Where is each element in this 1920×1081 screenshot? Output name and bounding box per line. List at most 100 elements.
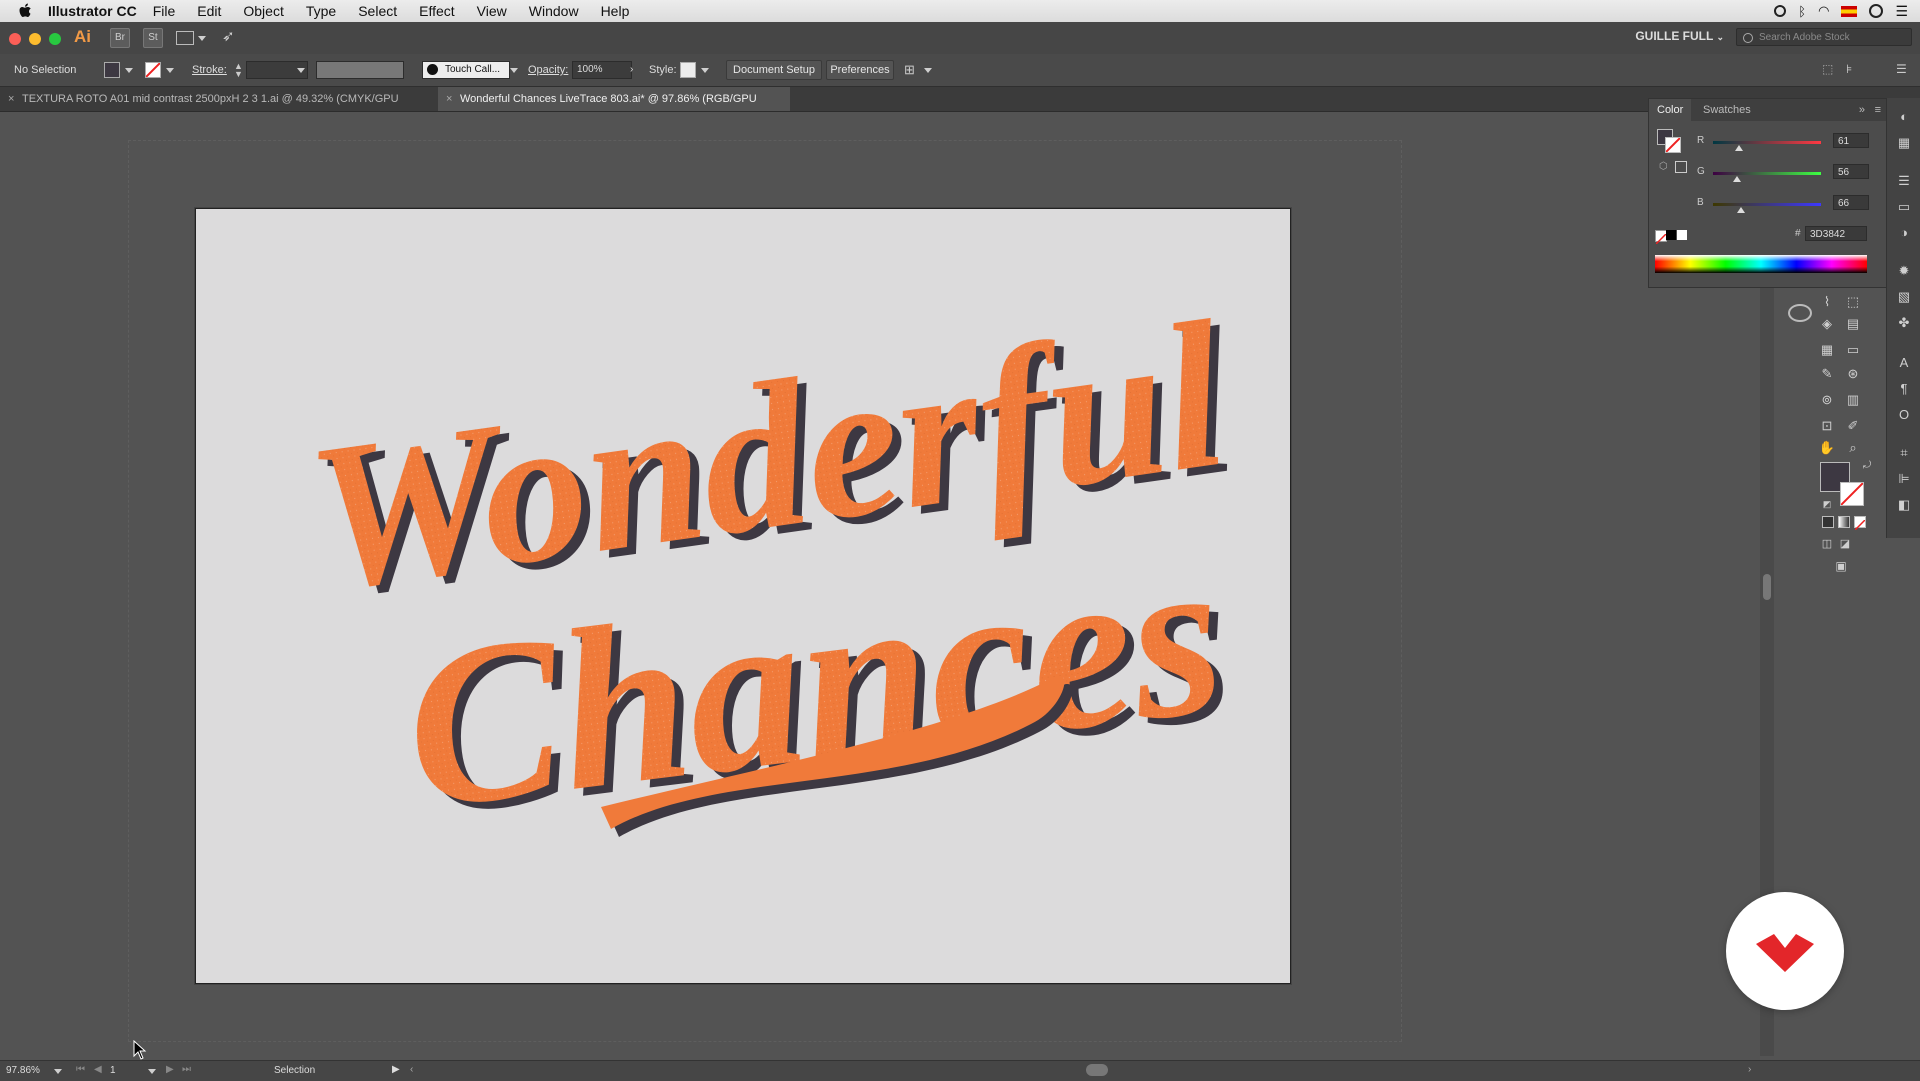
- screen-mode-icon[interactable]: ▣: [1830, 556, 1852, 576]
- web-safe-icon[interactable]: [1675, 161, 1687, 173]
- artboard-number[interactable]: 1: [110, 1065, 116, 1076]
- horizontal-scroll-thumb[interactable]: [1086, 1064, 1108, 1076]
- menu-view[interactable]: View: [477, 3, 507, 19]
- app-name-menu[interactable]: Illustrator CC: [48, 3, 137, 19]
- red-thumb[interactable]: [1734, 145, 1743, 151]
- red-track[interactable]: [1713, 141, 1821, 144]
- close-tab-icon[interactable]: ×: [446, 87, 452, 111]
- gradient-panel-icon[interactable]: ▭: [1895, 198, 1913, 216]
- panel-menu-icon[interactable]: ≡: [1875, 99, 1881, 121]
- bridge-button[interactable]: Br: [110, 28, 130, 48]
- slice-tool-icon[interactable]: ✐: [1842, 416, 1864, 436]
- transparency-panel-icon[interactable]: ◑: [1895, 224, 1913, 242]
- zoom-window-button[interactable]: [49, 33, 61, 45]
- scroll-right-icon[interactable]: ›: [1748, 1064, 1751, 1075]
- previous-artboard-icon[interactable]: ◀: [94, 1064, 102, 1075]
- gradient-mode-icon[interactable]: [1838, 516, 1850, 528]
- document-setup-button[interactable]: Document Setup: [726, 60, 822, 80]
- black-swatch[interactable]: [1666, 230, 1676, 240]
- chevron-down-icon[interactable]: [148, 1069, 156, 1074]
- appearance-panel-icon[interactable]: ✹: [1895, 262, 1913, 280]
- tab-swatches[interactable]: Swatches: [1695, 99, 1759, 121]
- stroke-swatch[interactable]: [145, 62, 161, 78]
- last-artboard-icon[interactable]: ⏭: [182, 1064, 191, 1075]
- green-value-field[interactable]: 56: [1833, 164, 1869, 179]
- blend-tool-icon[interactable]: ⊛: [1842, 364, 1864, 384]
- chevron-down-icon[interactable]: [510, 68, 518, 73]
- chevron-right-icon[interactable]: ›: [630, 62, 633, 78]
- lettering-artwork[interactable]: Wonderful Wonderful Wonderful Chances Ch…: [196, 209, 1290, 983]
- none-mode-icon[interactable]: [1854, 516, 1866, 531]
- eyedropper-tool-icon[interactable]: ✎: [1816, 364, 1838, 384]
- vertical-scroll-thumb[interactable]: [1763, 574, 1771, 600]
- next-artboard-icon[interactable]: ▶: [166, 1064, 174, 1075]
- minimize-window-button[interactable]: [29, 33, 41, 45]
- graphic-style-swatch[interactable]: [680, 62, 696, 78]
- menu-file[interactable]: File: [153, 3, 176, 19]
- perspective-grid-tool-icon[interactable]: ▤: [1842, 314, 1864, 334]
- control-menu-icon[interactable]: ☰: [1896, 62, 1907, 76]
- align-icon[interactable]: ⊧: [1846, 62, 1852, 76]
- swap-fill-stroke-icon[interactable]: ⤾: [1856, 456, 1878, 476]
- arrange-documents-icon[interactable]: [176, 31, 194, 45]
- document-tab-active[interactable]: × Wonderful Chances LiveTrace 803.ai* @ …: [438, 87, 790, 129]
- flag-icon[interactable]: [1841, 5, 1858, 17]
- preferences-button[interactable]: Preferences: [826, 60, 894, 80]
- shape-builder-tool-icon[interactable]: ◈: [1816, 314, 1838, 334]
- red-slider[interactable]: R 61: [1697, 133, 1883, 153]
- stroke-proxy[interactable]: [1665, 137, 1681, 153]
- menu-type[interactable]: Type: [306, 3, 336, 19]
- color-panel-icon[interactable]: ◐: [1895, 108, 1913, 126]
- red-value-field[interactable]: 61: [1833, 133, 1869, 148]
- first-artboard-icon[interactable]: ⏮: [76, 1064, 85, 1075]
- blue-thumb[interactable]: [1736, 207, 1745, 213]
- menu-help[interactable]: Help: [601, 3, 630, 19]
- hex-value-field[interactable]: 3D3842: [1805, 226, 1867, 241]
- green-thumb[interactable]: [1732, 176, 1741, 182]
- collapse-panel-icon[interactable]: »: [1859, 99, 1865, 121]
- mesh-tool-icon[interactable]: ▦: [1816, 340, 1838, 360]
- transform-panel-icon[interactable]: ⌗: [1895, 444, 1913, 462]
- free-transform-tool-icon[interactable]: ⬚: [1842, 292, 1864, 312]
- status-menu-icon[interactable]: ▶: [392, 1064, 400, 1075]
- variable-width-profile[interactable]: [316, 61, 404, 79]
- swatches-panel-icon[interactable]: ▦: [1895, 134, 1913, 152]
- menu-window[interactable]: Window: [529, 3, 579, 19]
- chevron-down-icon[interactable]: [125, 68, 133, 73]
- chevron-down-icon[interactable]: [701, 68, 709, 73]
- artboard[interactable]: Wonderful Wonderful Wonderful Chances Ch…: [195, 208, 1291, 984]
- notification-center-icon[interactable]: ☰: [1895, 3, 1908, 20]
- stroke-weight-stepper[interactable]: ▲ ▼: [234, 62, 243, 79]
- gpu-performance-icon[interactable]: ➶: [222, 27, 235, 45]
- zoom-level[interactable]: 97.86%: [6, 1065, 40, 1076]
- tab-color[interactable]: Color: [1649, 99, 1692, 121]
- workspace-switcher[interactable]: GUILLE FULL ⌄: [1635, 29, 1724, 43]
- spotlight-icon[interactable]: [1869, 4, 1884, 18]
- bluetooth-icon[interactable]: ᛒ: [1798, 4, 1806, 19]
- paragraph-panel-icon[interactable]: ¶: [1895, 380, 1913, 398]
- color-mode-icon[interactable]: [1822, 516, 1834, 528]
- brush-definition[interactable]: Touch Call...: [422, 61, 510, 79]
- apple-icon[interactable]: [18, 3, 34, 19]
- symbol-sprayer-tool-icon[interactable]: ⊚: [1816, 390, 1838, 410]
- close-tab-icon[interactable]: ×: [8, 87, 14, 111]
- chevron-down-icon[interactable]: [54, 1069, 62, 1074]
- stroke-color-box[interactable]: [1840, 482, 1864, 506]
- menu-edit[interactable]: Edit: [197, 3, 221, 19]
- record-icon[interactable]: [1774, 5, 1787, 17]
- chevron-down-icon[interactable]: [198, 36, 206, 41]
- chevron-down-icon[interactable]: [924, 68, 932, 73]
- green-slider[interactable]: G 56: [1697, 164, 1883, 184]
- arrange-icon[interactable]: ⊞: [904, 62, 915, 78]
- character-panel-icon[interactable]: A: [1895, 354, 1913, 372]
- fill-swatch[interactable]: [104, 62, 120, 78]
- blue-track[interactable]: [1713, 203, 1821, 206]
- stroke-panel-icon[interactable]: ☰: [1895, 172, 1913, 190]
- blue-value-field[interactable]: 66: [1833, 195, 1869, 210]
- opentype-panel-icon[interactable]: O: [1895, 406, 1913, 424]
- menu-object[interactable]: Object: [243, 3, 283, 19]
- close-window-button[interactable]: [9, 33, 21, 45]
- white-swatch[interactable]: [1677, 230, 1687, 240]
- opacity-label[interactable]: Opacity:: [528, 62, 568, 78]
- stock-search-input[interactable]: Search Adobe Stock: [1736, 28, 1912, 46]
